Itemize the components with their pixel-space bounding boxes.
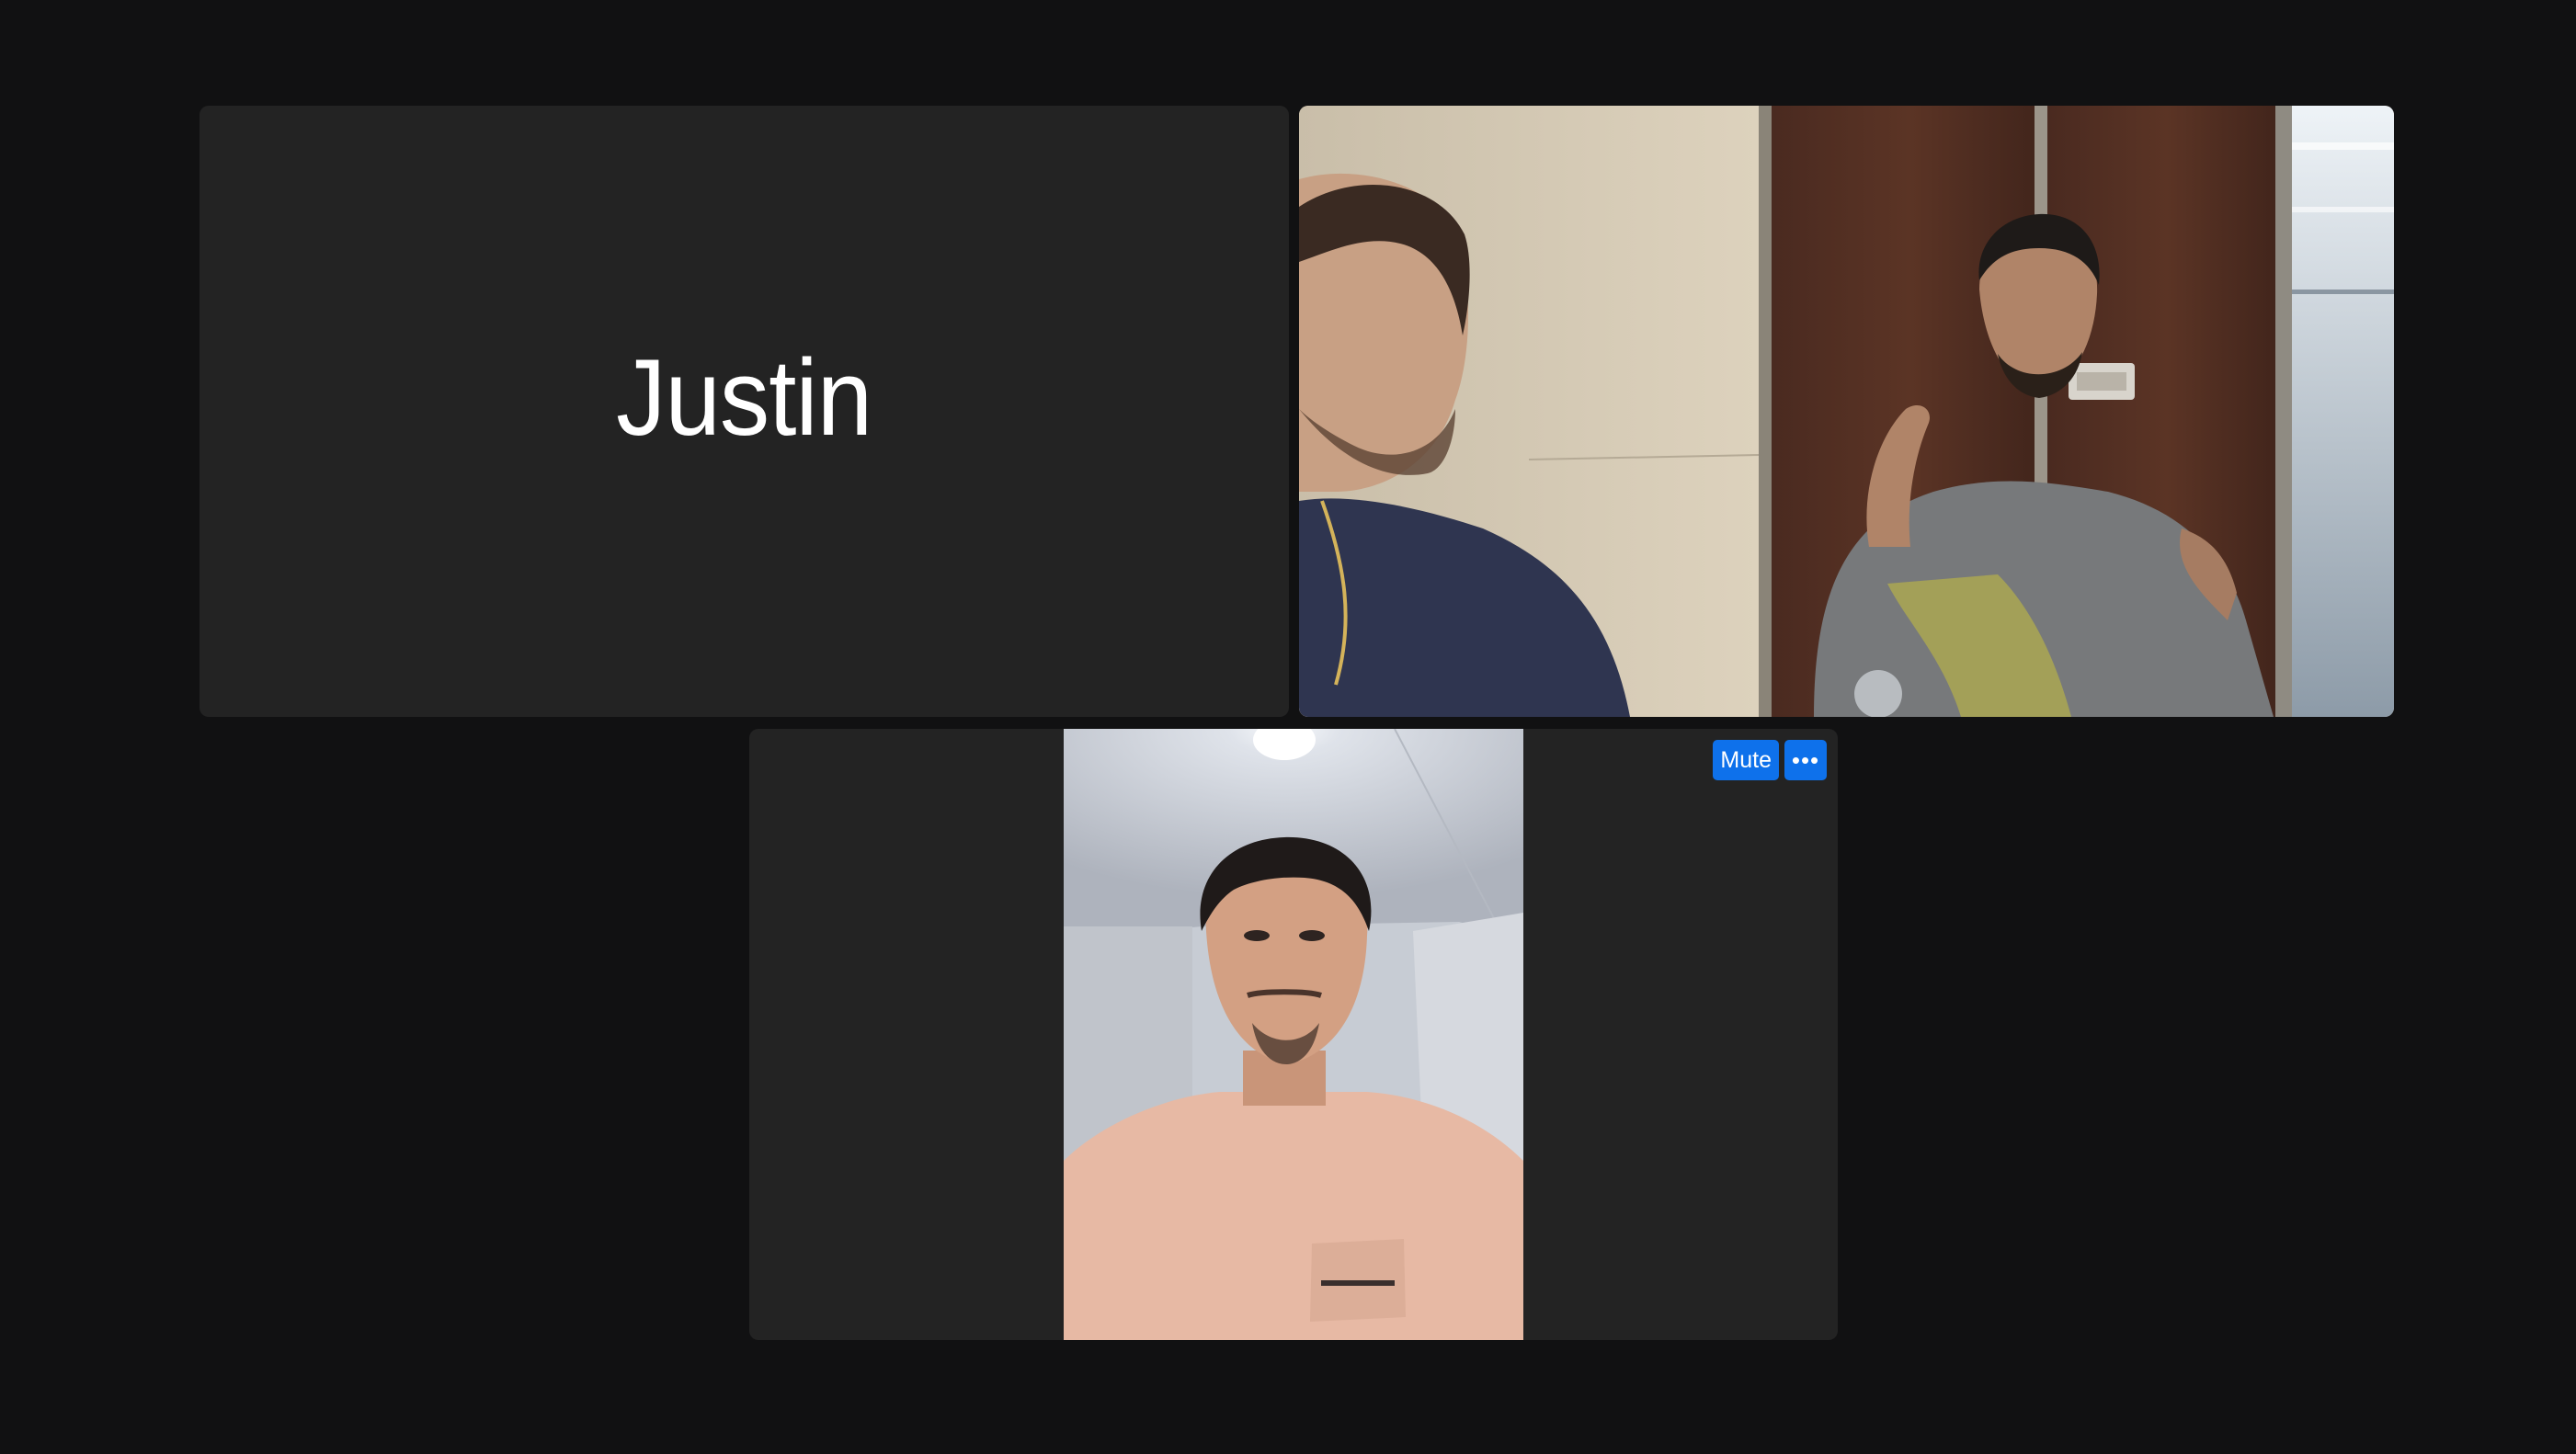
self-video-feed [1064, 729, 1523, 1340]
more-options-button[interactable]: ••• [1784, 740, 1827, 780]
participant-name: Justin [616, 336, 872, 459]
self-view-tile[interactable]: Mute ••• [749, 729, 1838, 1340]
self-view-controls: Mute ••• [1713, 740, 1827, 780]
mute-button[interactable]: Mute [1713, 740, 1779, 780]
participant-video-feed [1299, 106, 2394, 717]
gallery-view: Justin Mute ••• [0, 0, 2576, 1454]
participant-tile-video[interactable] [1299, 106, 2394, 717]
self-video-image [1064, 729, 1523, 1340]
participant-tile-justin[interactable]: Justin [199, 106, 1289, 717]
